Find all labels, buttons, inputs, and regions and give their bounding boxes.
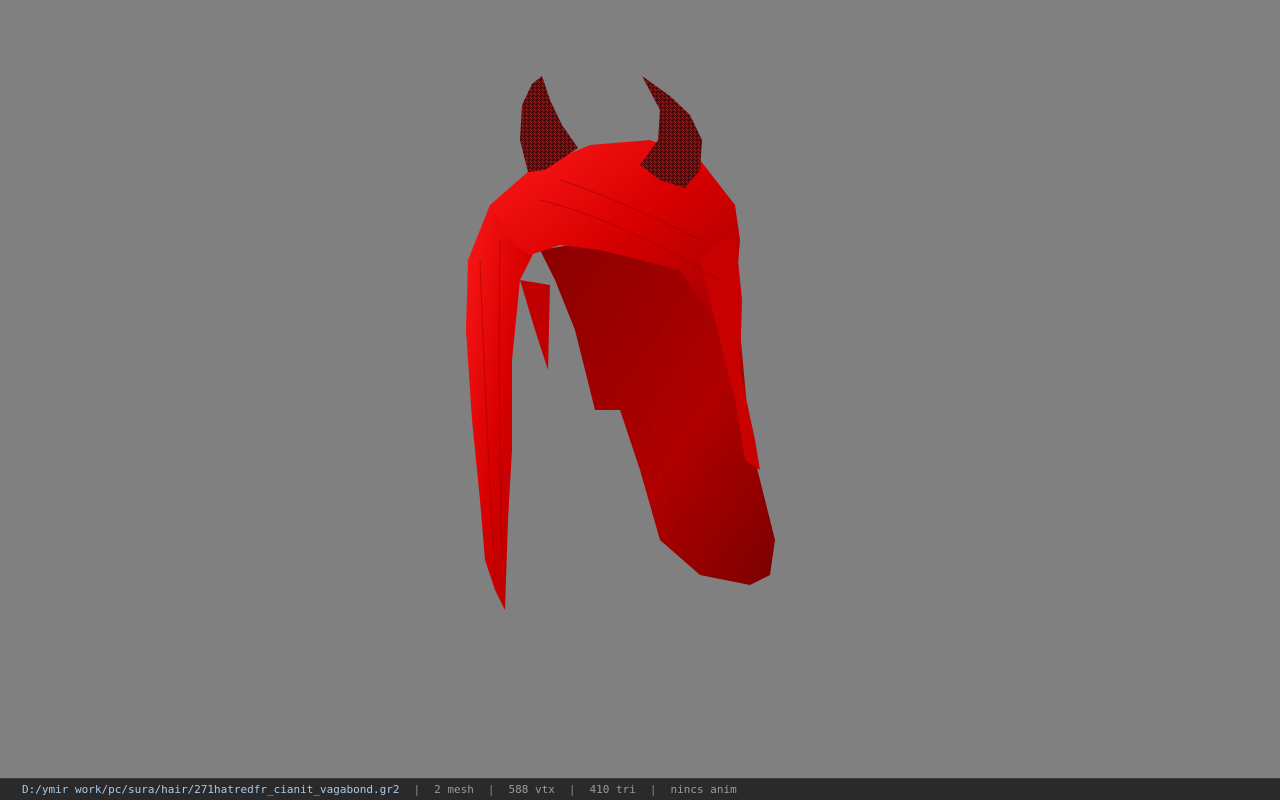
mesh-count: 2 mesh (434, 783, 474, 796)
separator: | (413, 783, 421, 796)
separator: | (568, 783, 576, 796)
horn-right (640, 76, 702, 188)
separator: | (487, 783, 495, 796)
hair-fringe (520, 280, 550, 370)
triangle-count: 410 tri (589, 783, 636, 796)
vertex-count: 588 vtx (508, 783, 555, 796)
separator: | (649, 783, 657, 796)
status-bar: D:/ymir work/pc/sura/hair/271hatredfr_ci… (0, 778, 1280, 800)
file-path: D:/ymir work/pc/sura/hair/271hatredfr_ci… (22, 783, 400, 796)
animation-status: nincs anim (670, 783, 737, 796)
hair-model[interactable] (0, 0, 1280, 778)
3d-viewport[interactable] (0, 0, 1280, 778)
